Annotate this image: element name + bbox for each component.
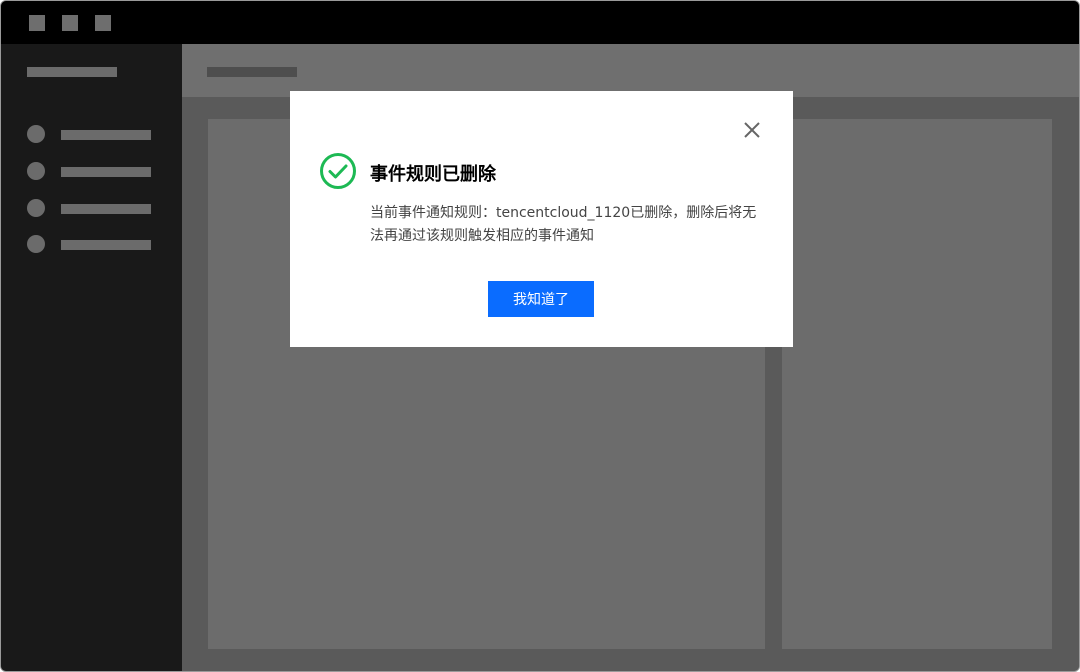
window-control-button[interactable] xyxy=(29,15,45,31)
confirmation-dialog: 事件规则已删除 当前事件通知规则：tencentcloud_1120已删除，删除… xyxy=(290,91,793,347)
sidebar-title-placeholder xyxy=(27,67,117,77)
acknowledge-button[interactable]: 我知道了 xyxy=(488,281,594,317)
close-icon[interactable] xyxy=(743,121,761,139)
sidebar-item[interactable] xyxy=(27,161,167,181)
page-header xyxy=(182,44,1079,97)
page-title-placeholder xyxy=(207,67,297,77)
sidebar-item-label-placeholder xyxy=(61,130,151,140)
nav-dot-icon xyxy=(27,125,45,143)
check-circle-icon xyxy=(319,152,357,190)
nav-dot-icon xyxy=(27,162,45,180)
window-control-button[interactable] xyxy=(62,15,78,31)
sidebar-item-label-placeholder xyxy=(61,167,151,177)
content-panel-right xyxy=(782,119,1052,649)
dialog-title: 事件规则已删除 xyxy=(370,164,496,185)
sidebar-item-label-placeholder xyxy=(61,240,151,250)
sidebar-item-label-placeholder xyxy=(61,204,151,214)
sidebar-item[interactable] xyxy=(27,234,167,254)
dialog-message: 当前事件通知规则：tencentcloud_1120已删除，删除后将无法再通过该… xyxy=(370,205,757,244)
nav-dot-icon xyxy=(27,235,45,253)
sidebar-item[interactable] xyxy=(27,198,167,218)
title-bar xyxy=(1,1,1079,44)
window-control-button[interactable] xyxy=(95,15,111,31)
nav-dot-icon xyxy=(27,199,45,217)
sidebar-item[interactable] xyxy=(27,124,167,144)
sidebar xyxy=(1,44,182,671)
app-window: 事件规则已删除 当前事件通知规则：tencentcloud_1120已删除，删除… xyxy=(0,0,1080,672)
